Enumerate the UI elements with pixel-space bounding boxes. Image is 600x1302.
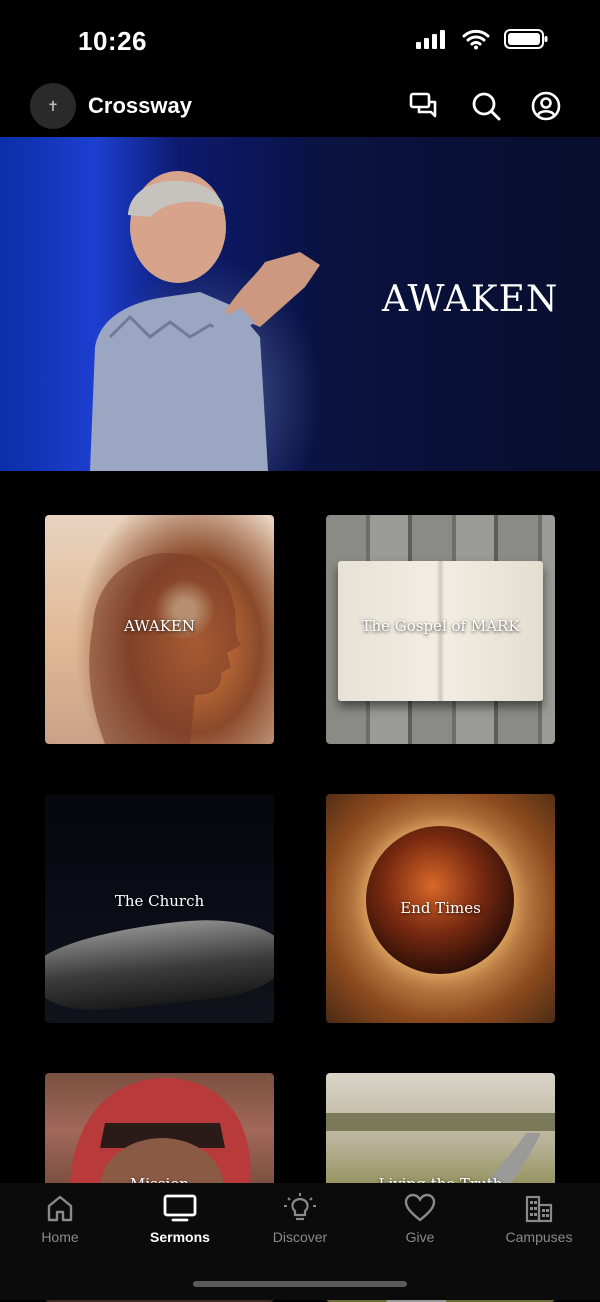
wifi-icon [462, 29, 490, 50]
tab-campuses[interactable]: Campuses [484, 1193, 594, 1257]
search-icon[interactable] [470, 90, 502, 122]
home-indicator [193, 1281, 407, 1287]
battery-icon [504, 29, 548, 49]
status-bar: 10:26 [0, 0, 600, 80]
series-tile-gospel-of-mark[interactable]: The Gospel of MARK [326, 515, 555, 744]
tab-label: Sermons [150, 1229, 210, 1245]
series-label: AWAKEN [123, 617, 195, 635]
signal-icon [416, 30, 445, 49]
church-logo-avatar[interactable]: ✝ [30, 83, 76, 129]
app-header: ✝ Crossway [0, 78, 600, 136]
rock-art [45, 911, 274, 1017]
hero-title: AWAKEN [382, 279, 559, 320]
tab-home[interactable]: Home [5, 1193, 115, 1257]
tab-label: Home [41, 1229, 79, 1245]
lightbulb-icon [284, 1193, 316, 1221]
app-title: Crossway [88, 93, 192, 118]
tv-icon [163, 1194, 197, 1222]
series-tile-end-times[interactable]: End Times [326, 794, 555, 1023]
series-label: End Times [400, 899, 481, 917]
building-icon [525, 1195, 553, 1223]
chat-icon[interactable] [408, 90, 440, 122]
series-label: The Church [114, 892, 205, 910]
home-icon [47, 1195, 73, 1222]
logo-glyph: ✝ [47, 97, 59, 114]
tab-sermons[interactable]: Sermons [125, 1193, 235, 1257]
series-tile-awaken[interactable]: AWAKEN [45, 515, 274, 744]
tab-label: Give [405, 1229, 435, 1245]
profile-icon[interactable] [530, 90, 562, 122]
tab-give[interactable]: Give [365, 1193, 475, 1257]
status-icons [416, 28, 548, 50]
tab-discover[interactable]: Discover [245, 1193, 355, 1257]
series-tile-the-church[interactable]: The Church [45, 794, 274, 1023]
series-label: The Gospel of MARK [361, 617, 520, 635]
heart-icon [404, 1193, 436, 1222]
tab-label: Campuses [505, 1229, 573, 1245]
hero-banner[interactable]: AWAKEN [0, 137, 600, 471]
status-time: 10:26 [78, 26, 147, 56]
tab-label: Discover [272, 1229, 328, 1245]
